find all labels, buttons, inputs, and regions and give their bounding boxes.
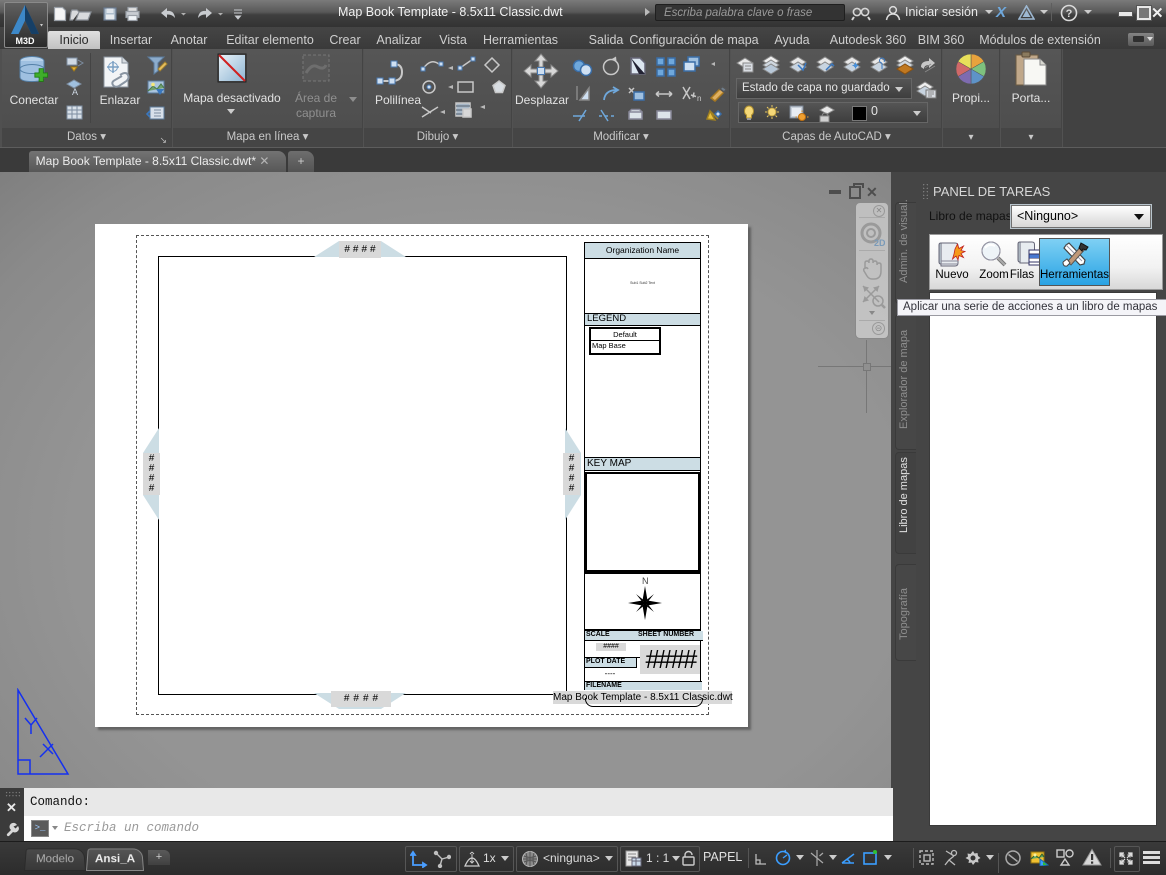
svg-text:A: A — [72, 87, 78, 97]
svg-text:2D: 2D — [874, 238, 885, 247]
svg-text:?: ? — [1066, 8, 1073, 20]
svg-text:n: n — [697, 94, 701, 103]
svg-text:M3D: M3D — [15, 36, 35, 46]
